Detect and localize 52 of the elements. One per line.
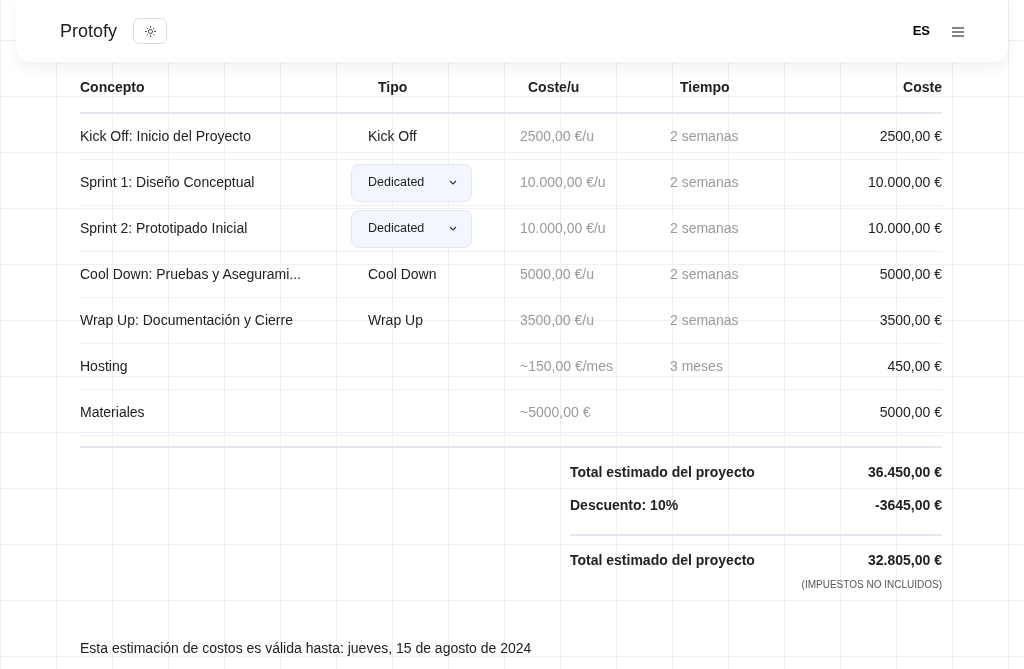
chevron-down-icon [449, 226, 457, 231]
type-dropdown[interactable]: Dedicated [351, 209, 472, 248]
column-header: Coste [903, 77, 942, 97]
tax-note: (IMPUESTOS NO INCLUIDOS) [801, 579, 942, 590]
table-cell-text: 2 semanas [670, 265, 739, 284]
theme-toggle-button[interactable] [133, 18, 168, 44]
table-cell-text: 2 semanas [670, 311, 739, 330]
table-cell-text: ~5000,00 € [520, 403, 591, 422]
column-header: Concepto [80, 77, 145, 97]
table-cell-text: 2 semanas [670, 127, 739, 146]
table-cell-text: 3500,00 € [879, 311, 942, 330]
table-cell-text: 5000,00 € [879, 265, 942, 284]
validity-text: Esta estimación de costos es válida hasta: jueves, 15 de agosto de 2024 [80, 640, 532, 656]
table-cell-text: 5000,00 €/u [520, 265, 594, 284]
table-cell-text: Wrap Up [368, 311, 423, 330]
table-cell-text: Sprint 1: Diseño Conceptual [80, 173, 255, 192]
table-cell-text: Cool Down [368, 265, 437, 284]
table-cell-text: Wrap Up: Documentación y Cierre [80, 311, 293, 330]
column-header: Tipo [378, 77, 408, 97]
total-value: -3645,00 € [875, 496, 942, 515]
table-cell-text: 10.000,00 € [868, 219, 942, 238]
table-cell-text: ~150,00 €/mes [520, 357, 613, 376]
table-cell-text: 3 meses [670, 357, 723, 376]
table-cell-text: Hosting [80, 357, 128, 376]
table-cell-text: 2 semanas [670, 173, 739, 192]
table-cell-text: 10.000,00 €/u [520, 219, 606, 238]
total-label: Total estimado del proyecto [570, 551, 755, 570]
language-button[interactable]: ES [906, 20, 936, 42]
total-value: 36.450,00 € [868, 463, 942, 482]
table-cell-text: 10.000,00 €/u [520, 173, 606, 192]
total-label: Descuento: 10% [570, 496, 679, 515]
column-header: Coste/u [528, 77, 580, 97]
brand-logo[interactable]: Protofy [60, 17, 118, 45]
total-value: 32.805,00 € [868, 551, 942, 570]
menu-icon [952, 26, 964, 37]
table-cell-text: Cool Down: Pruebas y Asegurami... [80, 265, 301, 284]
table-cell-text: 3500,00 €/u [520, 311, 594, 330]
table-cell-text: Sprint 2: Prototipado Inicial [80, 219, 248, 238]
table-cell-text: 10.000,00 € [868, 173, 942, 192]
table-cell-text: 5000,00 € [879, 403, 942, 422]
table-cell-text: 2500,00 €/u [520, 127, 594, 146]
type-dropdown[interactable]: Dedicated [351, 163, 472, 202]
table-cell-text: 450,00 € [887, 357, 942, 376]
table-cell-text: Kick Off [368, 127, 417, 146]
table-cell-text: 2 semanas [670, 219, 739, 238]
sun-icon [144, 25, 156, 37]
total-label: Total estimado del proyecto [570, 463, 755, 482]
column-header: Tiempo [680, 77, 730, 97]
table-cell-text: 2500,00 € [879, 127, 942, 146]
table-cell-text: Materiales [80, 403, 145, 422]
table-cell-text: Kick Off: Inicio del Proyecto [80, 127, 251, 146]
chevron-down-icon [449, 180, 457, 185]
